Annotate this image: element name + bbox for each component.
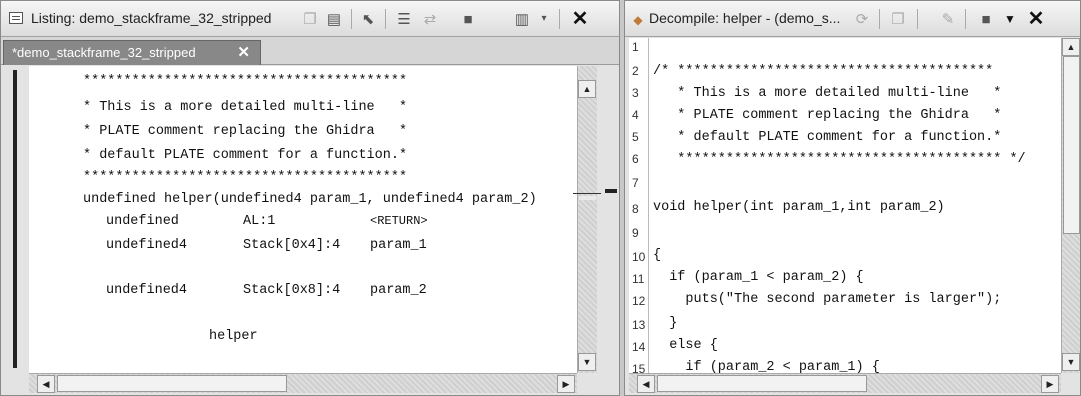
listing-code-view[interactable]: ****************************************… <box>29 66 577 373</box>
line-number: 1 <box>632 40 639 54</box>
copy-icon[interactable]: ❐ <box>299 8 321 30</box>
var-storage: Stack[0x4]:4 <box>243 238 341 253</box>
listing-titlebar: Listing: demo_stackframe_32_stripped ❐ ▤… <box>1 1 619 37</box>
listing-title: Listing: demo_stackframe_32_stripped <box>31 10 272 26</box>
line-number: 6 <box>632 152 639 166</box>
menu-icon[interactable]: ▼ <box>999 8 1021 30</box>
close-icon[interactable]: ✕ <box>1025 8 1047 30</box>
scroll-up-button[interactable]: ▲ <box>1062 38 1080 56</box>
chevron-down-icon[interactable]: ▾ <box>533 8 555 30</box>
line-number: 12 <box>632 294 646 308</box>
listing-panel: Listing: demo_stackframe_32_stripped ❐ ▤… <box>0 0 620 396</box>
cursor-marker <box>13 70 17 368</box>
scroll-thumb[interactable] <box>579 196 596 200</box>
diff-icon[interactable]: ⇄ <box>419 8 441 30</box>
plate-comment-line: **************************************** <box>83 170 408 185</box>
decompile-vertical-scrollbar[interactable]: ▲ ▼ <box>1061 38 1080 373</box>
copy-icon[interactable]: ❐ <box>887 8 909 30</box>
function-signature[interactable]: undefined helper(undefined4 param_1, und… <box>83 192 537 207</box>
var-name[interactable]: param_1 <box>370 238 427 253</box>
scroll-left-button[interactable]: ◀ <box>637 375 655 393</box>
listing-icon <box>9 12 23 24</box>
var-storage: Stack[0x8]:4 <box>243 283 341 298</box>
line-number: 2 <box>632 64 639 78</box>
export-icon[interactable]: ✎ <box>937 8 959 30</box>
var-type: undefined4 <box>106 283 188 298</box>
plate-comment-line: * PLATE comment replacing the Ghidra * <box>83 124 408 139</box>
plate-comment-line: **************************************** <box>83 74 408 89</box>
line-number: 3 <box>632 86 639 100</box>
paste-icon[interactable]: ▤ <box>323 8 345 30</box>
plate-comment-line: * default PLATE comment for a function.* <box>83 148 408 163</box>
overview-marker[interactable] <box>605 189 617 193</box>
tab-demo-stackframe[interactable]: *demo_stackframe_32_stripped ✕ <box>3 40 261 65</box>
var-type: undefined <box>106 214 179 229</box>
tab-close-icon[interactable]: ✕ <box>237 43 250 61</box>
scroll-down-button[interactable]: ▼ <box>578 353 596 371</box>
decompile-horizontal-scrollbar[interactable]: ◀ ▶ <box>629 373 1061 393</box>
cursor-leader <box>573 193 601 194</box>
decompile-titlebar: ◆ Decompile: helper - (demo_s... ⟳ ❐ ✎ ■… <box>625 1 1080 37</box>
code-line[interactable]: void helper(int param_1,int param_2) <box>653 200 945 215</box>
scroll-down-button[interactable]: ▼ <box>1062 353 1080 371</box>
code-line[interactable]: if (param_1 < param_2) { <box>653 270 863 285</box>
refresh-icon[interactable]: ⟳ <box>851 8 873 30</box>
code-line: * PLATE comment replacing the Ghidra * <box>653 108 1002 123</box>
line-number: 5 <box>632 130 639 144</box>
scroll-thumb[interactable] <box>657 375 867 392</box>
line-number: 8 <box>632 202 639 216</box>
listing-horizontal-scrollbar[interactable]: ◀ ▶ <box>29 373 577 393</box>
code-line: else { <box>653 338 718 353</box>
field-editor-icon[interactable]: ☰ <box>393 8 415 30</box>
code-line: * default PLATE comment for a function.* <box>653 130 1002 145</box>
decompiler-code-view[interactable]: /* *************************************… <box>649 38 1061 373</box>
line-number: 13 <box>632 318 646 332</box>
line-number: 10 <box>632 250 646 264</box>
cursor-icon[interactable]: ⬉ <box>357 8 379 30</box>
snapshot-icon[interactable]: ■ <box>457 8 479 30</box>
line-number: 7 <box>632 176 639 190</box>
close-icon[interactable]: ✕ <box>569 8 591 30</box>
code-line: ****************************************… <box>653 152 1026 167</box>
function-label[interactable]: helper <box>209 329 258 344</box>
var-storage: AL:1 <box>243 214 276 229</box>
line-number: 11 <box>632 272 645 286</box>
scroll-right-button[interactable]: ▶ <box>557 375 575 393</box>
decompile-panel: ◆ Decompile: helper - (demo_s... ⟳ ❐ ✎ ■… <box>624 0 1081 396</box>
layout-menu-icon[interactable]: ▥ <box>511 8 533 30</box>
code-line: * This is a more detailed multi-line * <box>653 86 1002 101</box>
code-line[interactable]: if (param_2 < param_1) { <box>653 360 879 373</box>
code-line: } <box>653 316 678 331</box>
scroll-thumb[interactable] <box>1063 56 1080 234</box>
var-name[interactable]: param_2 <box>370 283 427 298</box>
listing-vertical-scrollbar[interactable]: ▲ ▼ <box>577 66 597 373</box>
decompile-icon: ◆ <box>633 13 643 27</box>
line-number: 4 <box>632 108 639 122</box>
line-number: 14 <box>632 340 646 354</box>
decompile-title: Decompile: helper - (demo_s... <box>649 10 841 26</box>
scroll-thumb[interactable] <box>57 375 287 392</box>
listing-margin <box>9 66 29 373</box>
snapshot-icon[interactable]: ■ <box>975 8 997 30</box>
scroll-right-button[interactable]: ▶ <box>1041 375 1059 393</box>
code-line: { <box>653 248 662 263</box>
overview-margin <box>573 66 619 393</box>
tab-label: *demo_stackframe_32_stripped <box>12 45 196 60</box>
var-name: <RETURN> <box>370 214 428 228</box>
line-number: 9 <box>632 226 639 240</box>
code-line: /* *************************************… <box>653 64 994 79</box>
var-type: undefined4 <box>106 238 188 253</box>
line-number-gutter: 1 2 3 4 5 6 7 8 9 10 11 12 13 14 15 <box>629 38 649 376</box>
code-line[interactable]: puts("The second parameter is larger"); <box>653 292 1001 307</box>
scroll-up-button[interactable]: ▲ <box>578 80 596 98</box>
plate-comment-line: * This is a more detailed multi-line * <box>83 100 408 115</box>
listing-tabstrip: *demo_stackframe_32_stripped ✕ <box>1 37 619 65</box>
scroll-left-button[interactable]: ◀ <box>37 375 55 393</box>
